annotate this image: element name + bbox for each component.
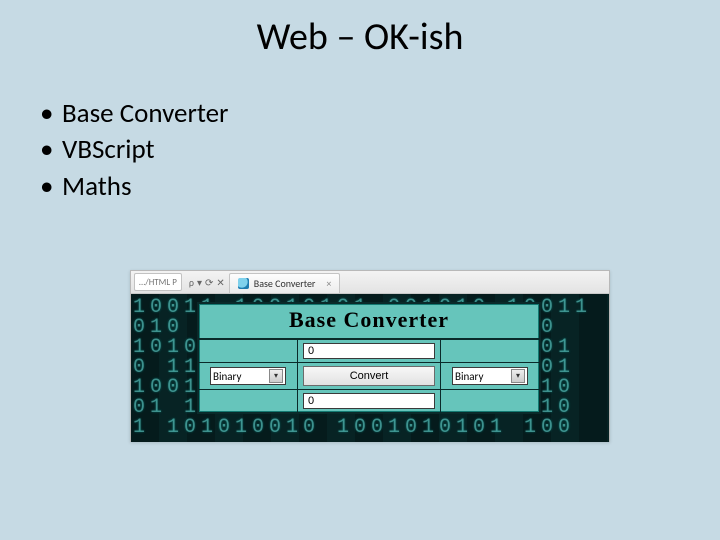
output-value-field[interactable] xyxy=(303,393,435,409)
convert-button[interactable]: Convert xyxy=(303,366,435,386)
stop-icon[interactable]: ✕ xyxy=(216,276,224,289)
favicon-icon xyxy=(238,278,249,289)
bullet-item: Maths xyxy=(56,169,228,205)
bullet-item: VBScript xyxy=(56,132,228,168)
browser-tab[interactable]: Base Converter × xyxy=(229,273,341,293)
toolbar-icons: ρ ▾ ⟳ ✕ xyxy=(185,271,229,293)
close-icon[interactable]: × xyxy=(326,277,331,290)
slide-title: Web – OK-ish xyxy=(0,14,720,60)
from-base-select[interactable]: Binary ▾ xyxy=(210,367,286,385)
chevron-down-icon: ▾ xyxy=(511,369,525,383)
browser-chrome: …/HTML P ρ ▾ ⟳ ✕ Base Converter × xyxy=(131,271,609,294)
slide: Web – OK-ish Base Converter VBScript Mat… xyxy=(0,0,720,540)
bullet-item: Base Converter xyxy=(56,96,228,132)
tab-title: Base Converter xyxy=(254,277,316,290)
slide-bullets: Base Converter VBScript Maths xyxy=(34,96,228,205)
embedded-screenshot: …/HTML P ρ ▾ ⟳ ✕ Base Converter × 10011 … xyxy=(130,270,610,442)
converter-panel: Base Converter Binary ▾ xyxy=(197,302,541,414)
converter-heading: Base Converter xyxy=(199,304,539,339)
input-value-field[interactable] xyxy=(303,343,435,359)
chevron-down-icon: ▾ xyxy=(269,369,283,383)
refresh-icon[interactable]: ⟳ xyxy=(205,276,213,289)
page-viewport: 10011 10010101 001010 10011 010 11001010… xyxy=(131,294,609,442)
address-text: …/HTML P xyxy=(139,277,177,288)
address-bar[interactable]: …/HTML P xyxy=(134,273,182,291)
to-base-select[interactable]: Binary ▾ xyxy=(452,367,528,385)
search-icon[interactable]: ρ xyxy=(189,276,194,289)
to-base-value: Binary xyxy=(455,370,483,383)
from-base-value: Binary xyxy=(213,370,241,383)
